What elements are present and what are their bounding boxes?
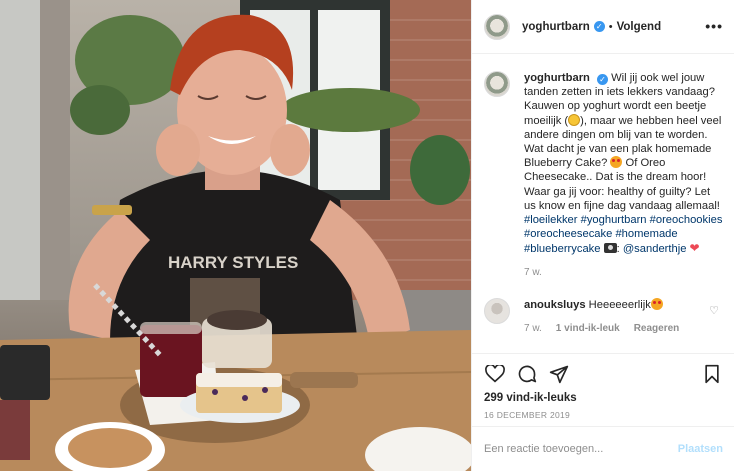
verified-badge-icon: ✓: [593, 21, 605, 32]
heart-eyes-emoji-icon: [650, 297, 663, 310]
caption-username[interactable]: yoghurtbarn: [524, 72, 590, 84]
follow-status-button[interactable]: Volgend: [617, 21, 662, 33]
avatar[interactable]: [484, 13, 510, 40]
comment-input[interactable]: [484, 443, 678, 455]
caption-text: yoghurtbarn ✓ Wil jij ook wel jouw tande…: [524, 72, 723, 256]
hashtag-link[interactable]: #loeilekker: [524, 214, 577, 226]
grimace-emoji-icon: [568, 113, 581, 126]
caption-time[interactable]: 7 w.: [524, 266, 723, 280]
post-photo[interactable]: HARRY STYLES: [0, 0, 471, 471]
post-photo-illustration: HARRY STYLES: [0, 0, 471, 471]
more-options-icon[interactable]: •••: [705, 19, 723, 33]
comment-time[interactable]: 7 w.: [524, 322, 542, 336]
hashtag-link[interactable]: #yoghurtbarn: [581, 214, 647, 226]
post-details-panel: yoghurtbarn ✓ • Volgend ••• yoghurtbarn …: [471, 0, 734, 471]
hashtag-link[interactable]: #homemade: [615, 228, 677, 240]
hashtag-link[interactable]: #blueberrycake: [524, 243, 601, 255]
post-date[interactable]: 16 DECEMBER 2019: [484, 410, 723, 420]
action-buttons: [484, 362, 723, 386]
comments-list[interactable]: yoghurtbarn ✓ Wil jij ook wel jouw tande…: [472, 55, 734, 353]
comment-bubble-icon[interactable]: [516, 363, 538, 385]
reply-button[interactable]: Reageren: [634, 322, 680, 336]
heart-eyes-emoji-icon: [610, 156, 623, 169]
hashtag-link[interactable]: #oreochookies: [650, 214, 723, 226]
like-heart-icon[interactable]: [484, 363, 506, 385]
mention-link[interactable]: @sanderthje: [623, 243, 687, 255]
header-separator: •: [608, 20, 613, 33]
add-comment-bar: Plaatsen: [472, 426, 734, 471]
red-heart-emoji-icon: ❤: [689, 241, 700, 256]
header-username[interactable]: yoghurtbarn: [522, 21, 590, 33]
share-direct-icon[interactable]: [548, 363, 570, 385]
hashtag-link[interactable]: #oreocheesecake: [524, 228, 612, 240]
likes-count[interactable]: 299 vind-ik-leuks: [484, 392, 723, 404]
comment-like-heart-icon[interactable]: ♡: [709, 304, 719, 317]
comment-likes-count[interactable]: 1 vind-ik-leuk: [556, 322, 620, 336]
caption-avatar[interactable]: [484, 71, 510, 97]
comment-username[interactable]: anouksluys: [524, 299, 586, 311]
comment-text: Heeeeeerlijk: [588, 298, 651, 311]
post-comment-button[interactable]: Plaatsen: [678, 443, 723, 455]
shirt-text: HARRY STYLES: [168, 253, 298, 272]
post-actions: 299 vind-ik-leuks 16 DECEMBER 2019: [472, 353, 734, 425]
comment-avatar[interactable]: [484, 297, 510, 324]
camera-emoji-icon: [603, 243, 617, 254]
verified-badge-icon: ✓: [597, 74, 608, 85]
comment-item: anouksluys Heeeeeerlijk 7 w. 1 vind-ik-l…: [484, 297, 723, 336]
caption: yoghurtbarn ✓ Wil jij ook wel jouw tande…: [484, 71, 723, 280]
post-header: yoghurtbarn ✓ • Volgend •••: [472, 0, 734, 54]
bookmark-icon[interactable]: [701, 363, 723, 385]
